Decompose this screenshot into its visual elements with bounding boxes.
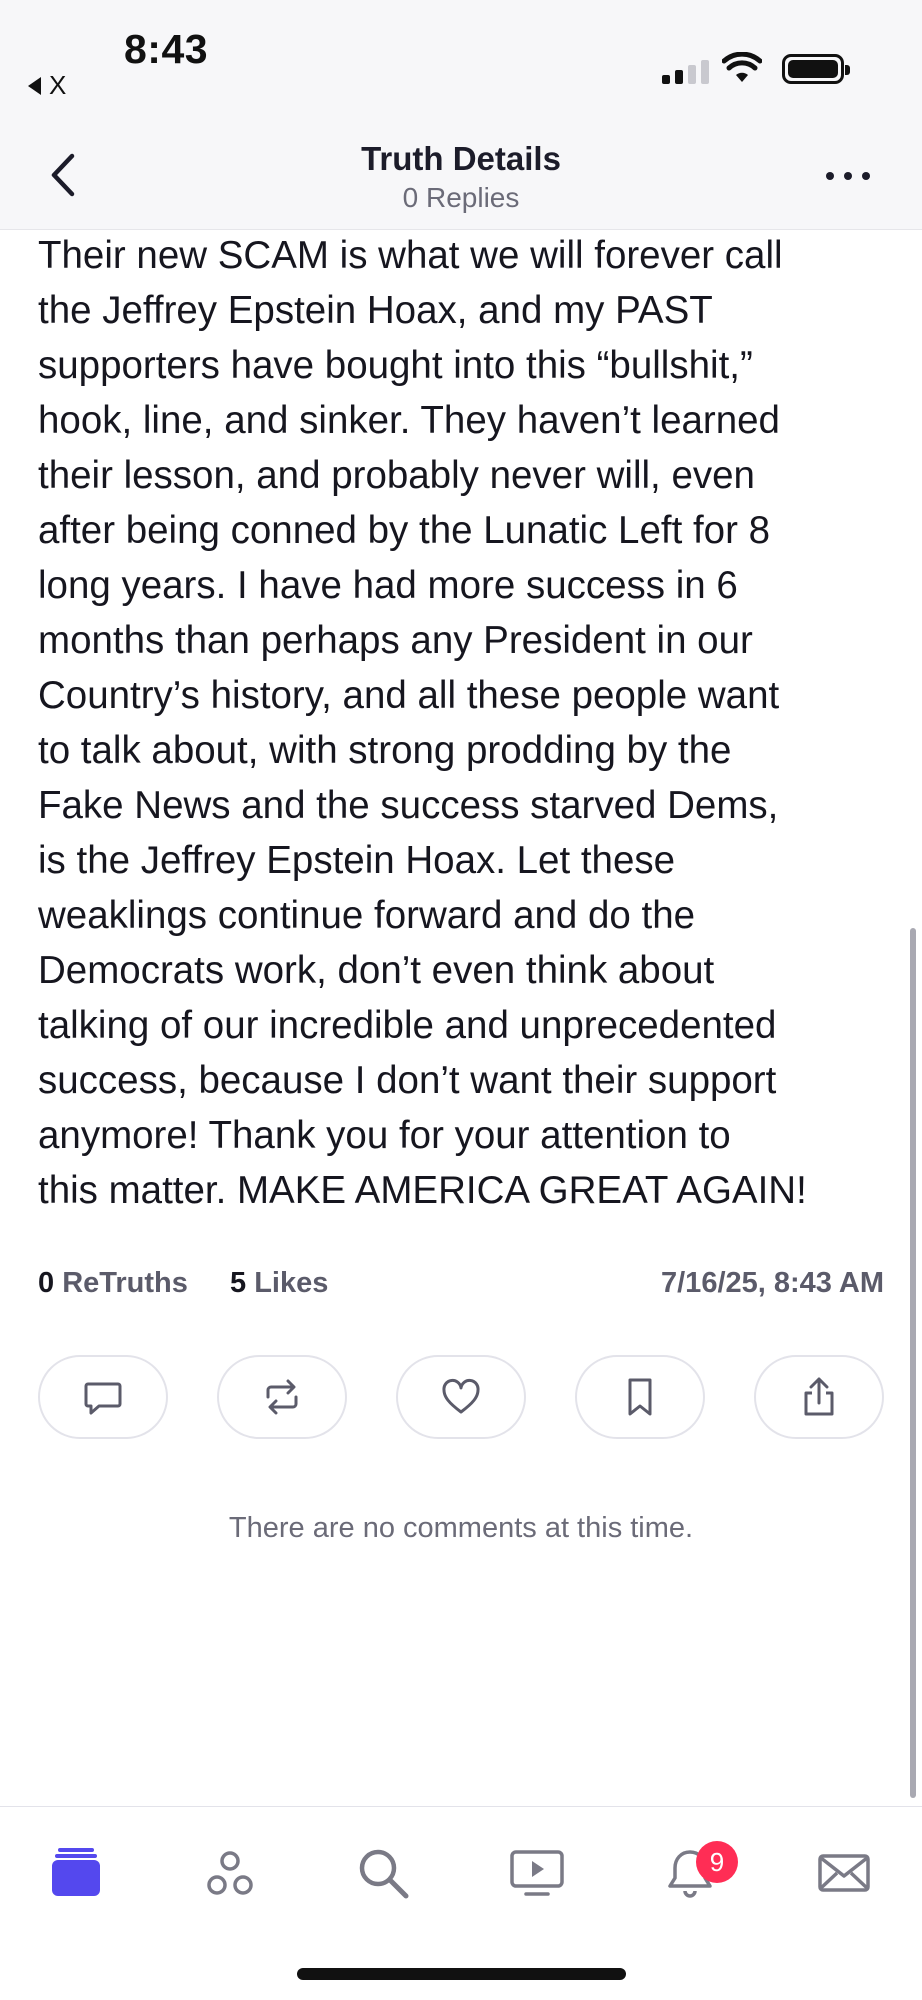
wifi-icon [722,52,762,82]
home-indicator[interactable] [297,1968,626,1980]
nav-home[interactable] [36,1837,116,1909]
search-icon [359,1849,409,1899]
retruth-icon [266,1379,298,1415]
more-options-icon[interactable] [826,172,870,186]
bookmark-icon [628,1378,652,1416]
battery-icon [782,54,850,84]
back-triangle-icon [28,76,41,95]
home-icon [52,1848,100,1896]
nav-messages[interactable] [804,1837,884,1909]
like-button[interactable] [396,1355,526,1439]
nav-groups[interactable] [190,1837,270,1909]
retruths-label: ReTruths [62,1267,188,1299]
nav-video[interactable] [497,1837,577,1909]
status-time: 8:43 [124,26,209,72]
back-to-app[interactable]: X [28,70,66,101]
status-bar: 8:43 X [0,0,922,120]
video-icon [510,1850,564,1896]
retruth-button[interactable] [217,1355,347,1439]
action-bar [38,1355,884,1439]
retruths-stat[interactable]: 0 ReTruths [38,1267,188,1300]
messages-icon [818,1854,870,1892]
post-text: Their new SCAM is what we will forever c… [38,234,807,1212]
share-icon [804,1377,834,1416]
retruths-count: 0 [38,1267,55,1299]
likes-label: Likes [254,1267,329,1299]
header: Truth Details 0 Replies [0,120,922,230]
post-stats: 0 ReTruths 5 Likes 7/16/25, 8:43 AM [38,1267,884,1307]
cellular-signal-icon [662,60,709,84]
share-button[interactable] [754,1355,884,1439]
replies-count: 0 Replies [402,182,520,213]
page-title: Truth Details [361,140,561,177]
reply-button[interactable] [38,1355,168,1439]
nav-search[interactable] [343,1837,423,1909]
back-app-label: X [49,70,67,100]
post-timestamp: 7/16/25, 8:43 AM [661,1267,884,1299]
groups-icon [207,1851,253,1895]
bookmark-button[interactable] [575,1355,705,1439]
no-comments-message: There are no comments at this time. [228,1512,694,1544]
like-icon [442,1379,480,1414]
comment-icon [84,1382,122,1415]
notification-badge: 9 [696,1841,738,1883]
scrollbar[interactable] [910,928,916,1798]
likes-count: 5 [230,1267,247,1299]
likes-stat[interactable]: 5 Likes [230,1267,328,1300]
